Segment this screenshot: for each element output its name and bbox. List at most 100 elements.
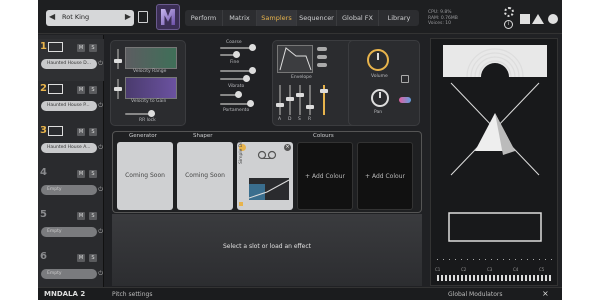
solo-button[interactable]: S	[89, 86, 97, 94]
lock-icon[interactable]: ⏻	[98, 186, 103, 194]
save-icon[interactable]	[138, 11, 148, 23]
bottom-bar: MNDALA 2 Pitch settings Global Modulator…	[38, 287, 562, 300]
close-icon[interactable]: ×	[542, 289, 549, 298]
sample-name-field[interactable]: Haunted House P...	[41, 101, 97, 111]
tab-global-fx[interactable]: Global FX	[337, 10, 379, 26]
waveform-box	[48, 84, 63, 94]
decay-label: D	[288, 117, 292, 122]
tab-sequencer[interactable]: Sequencer	[297, 10, 337, 26]
link-icon[interactable]	[401, 75, 409, 83]
shaper-card[interactable]: Coming Soon	[177, 142, 233, 210]
add-colour-card-1[interactable]: + Add Colour	[297, 142, 353, 210]
sampler-slot-2[interactable]: 2 M S Haunted House P... ⏻	[38, 81, 104, 123]
sampler-slot-1[interactable]: 1 M S Haunted House D... ⏻	[38, 39, 104, 81]
keyboard[interactable]	[437, 275, 553, 281]
mute-button[interactable]: M	[77, 212, 85, 220]
velocity-panel: Velocity Range Velocity to Gain RR lock	[110, 40, 186, 126]
preset-name: Rot King	[62, 13, 90, 21]
generator-card[interactable]: Coming Soon	[117, 142, 173, 210]
pan-knob[interactable]	[371, 89, 389, 107]
decay-fader[interactable]	[286, 85, 294, 115]
mute-button[interactable]: M	[77, 44, 85, 52]
waveform-box	[48, 42, 63, 52]
tab-samplers[interactable]: Samplers	[257, 10, 297, 26]
lock-icon[interactable]: ⏻	[98, 102, 103, 110]
coarse-slider[interactable]	[220, 44, 256, 51]
visualizer-graphic	[443, 45, 547, 242]
pitch-panel: Coarse Fine Vibrato Portamento	[190, 40, 270, 126]
keyboard-key-markers	[437, 259, 555, 265]
lock-icon[interactable]: ⏻	[98, 270, 103, 278]
vibrato-slider[interactable]	[220, 91, 242, 98]
mute-button[interactable]: M	[77, 128, 85, 136]
previous-preset-button[interactable]: ◀	[49, 12, 55, 21]
solo-button[interactable]: S	[89, 44, 97, 52]
solo-button[interactable]: S	[89, 212, 97, 220]
colours-header: Colours	[313, 133, 334, 139]
attack-label: A	[278, 117, 282, 122]
sampler-slot-6[interactable]: 6 M S Empty ⏻	[38, 249, 104, 291]
tab-library[interactable]: Library	[379, 10, 419, 26]
fine-slider[interactable]	[220, 67, 256, 74]
orange-fader[interactable]	[320, 85, 328, 115]
colour-card-delay[interactable]: × Simple Del	[237, 140, 293, 210]
envelope-toggle-3[interactable]	[317, 63, 327, 67]
key-label-c1: C1	[435, 267, 441, 272]
sustain-label: S	[298, 117, 301, 122]
release-fader[interactable]	[306, 85, 314, 115]
vibrato-depth-slider[interactable]	[220, 75, 250, 82]
performance-readout: CPU: 9.8% RAM: 0.76MB Voices: 10	[428, 10, 458, 27]
gear-icon[interactable]	[504, 7, 514, 17]
next-preset-button[interactable]: ▶	[125, 12, 131, 21]
portamento-slider[interactable]	[220, 100, 254, 107]
sampler-slot-4[interactable]: 4 M S Empty ⏻	[38, 165, 104, 207]
pan-toggle[interactable]	[399, 97, 411, 103]
mndala-logo	[156, 4, 180, 30]
lock-icon[interactable]: ⏻	[98, 228, 103, 236]
velocity-range-graph[interactable]	[125, 47, 177, 69]
lock-icon[interactable]: ⏻	[98, 60, 103, 68]
info-icon[interactable]: i	[504, 20, 513, 29]
solo-button[interactable]: S	[89, 128, 97, 136]
mute-button[interactable]: M	[77, 170, 85, 178]
preset-selector[interactable]: ◀ Rot King ▶	[46, 10, 134, 26]
key-label-c4: C4	[513, 267, 519, 272]
velocity-range-fader[interactable]	[114, 49, 122, 69]
sample-name-field[interactable]: Haunted House A...	[41, 143, 97, 153]
velocity-to-gain-graph[interactable]	[125, 77, 177, 99]
volume-label: Volume	[371, 74, 388, 79]
solo-button[interactable]: S	[89, 254, 97, 262]
main-tabs: Perform Matrix Samplers Sequencer Global…	[185, 10, 419, 26]
close-icon[interactable]: ×	[284, 144, 291, 151]
layout-shapes-icon[interactable]	[518, 8, 560, 26]
add-colour-card-2[interactable]: + Add Colour	[357, 142, 413, 210]
vibrato-label: Vibrato	[228, 84, 245, 89]
sample-name-field[interactable]: Empty	[41, 269, 97, 279]
generator-header: Generator	[129, 133, 157, 139]
envelope-toggle-2[interactable]	[317, 55, 327, 59]
envelope-toggle-1[interactable]	[317, 47, 327, 51]
envelope-graph[interactable]	[277, 45, 313, 73]
tab-matrix[interactable]: Matrix	[223, 10, 257, 26]
coarse-fine-slider[interactable]	[220, 51, 240, 58]
velocity-gain-fader[interactable]	[114, 79, 122, 99]
lock-icon[interactable]: ⏻	[98, 144, 103, 152]
pitch-settings-link[interactable]: Pitch settings	[112, 291, 152, 298]
sample-name-field[interactable]: Empty	[41, 227, 97, 237]
solo-button[interactable]: S	[89, 170, 97, 178]
sample-name-field[interactable]: Empty	[41, 185, 97, 195]
sampler-slot-3[interactable]: 3 M S Haunted House A... ⏻	[38, 123, 104, 165]
portamento-label: Portamento	[223, 108, 250, 113]
sampler-slot-5[interactable]: 5 M S Empty ⏻	[38, 207, 104, 249]
tab-perform[interactable]: Perform	[185, 10, 223, 26]
rr-lock-slider[interactable]	[125, 110, 155, 117]
attack-fader[interactable]	[276, 85, 284, 115]
sustain-fader[interactable]	[296, 85, 304, 115]
mute-button[interactable]: M	[77, 86, 85, 94]
slot-number: 5	[40, 209, 47, 220]
volume-knob[interactable]	[367, 49, 389, 71]
mute-button[interactable]: M	[77, 254, 85, 262]
sample-name-field[interactable]: Haunted House D...	[41, 59, 97, 69]
envelope-curve	[279, 47, 312, 71]
global-modulators-link[interactable]: Global Modulators	[448, 291, 502, 298]
